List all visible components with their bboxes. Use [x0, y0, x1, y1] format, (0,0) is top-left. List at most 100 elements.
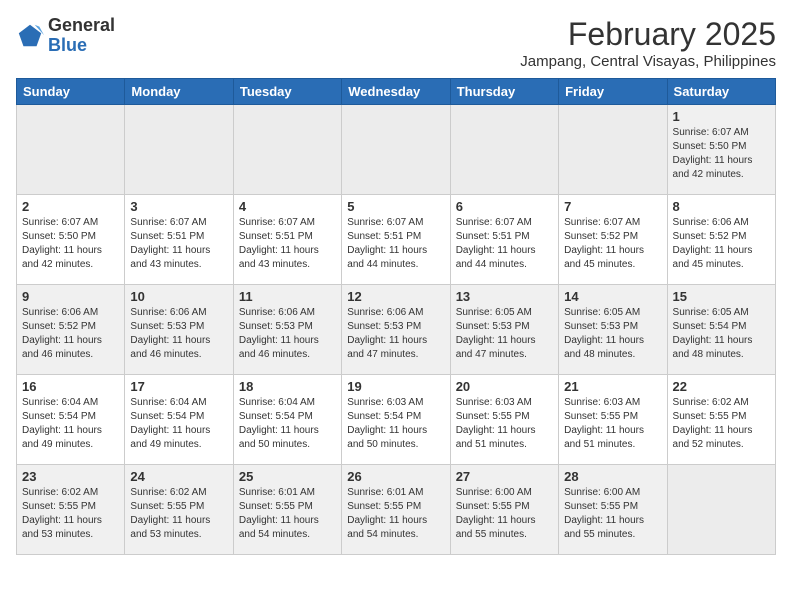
day-number: 1	[673, 109, 770, 124]
calendar-cell: 11 Sunrise: 6:06 AM Sunset: 5:53 PM Dayli…	[233, 285, 341, 375]
calendar-cell: 8 Sunrise: 6:06 AM Sunset: 5:52 PM Daylig…	[667, 195, 775, 285]
day-number: 24	[130, 469, 227, 484]
calendar-cell: 1 Sunrise: 6:07 AM Sunset: 5:50 PM Daylig…	[667, 105, 775, 195]
day-info: Sunrise: 6:03 AM Sunset: 5:55 PM Dayligh…	[564, 396, 661, 452]
calendar-cell: 20 Sunrise: 6:03 AM Sunset: 5:55 PM Dayli…	[450, 375, 558, 465]
day-info: Sunrise: 6:07 AM Sunset: 5:50 PM Dayligh…	[22, 216, 119, 272]
calendar-header-saturday: Saturday	[667, 79, 775, 105]
calendar-cell	[450, 105, 558, 195]
calendar-table: SundayMondayTuesdayWednesdayThursdayFrid…	[16, 78, 776, 555]
day-info: Sunrise: 6:02 AM Sunset: 5:55 PM Dayligh…	[130, 486, 227, 542]
calendar-cell: 24 Sunrise: 6:02 AM Sunset: 5:55 PM Dayli…	[125, 465, 233, 555]
calendar-cell: 16 Sunrise: 6:04 AM Sunset: 5:54 PM Dayli…	[17, 375, 125, 465]
day-info: Sunrise: 6:07 AM Sunset: 5:51 PM Dayligh…	[130, 216, 227, 272]
calendar-week-row: 23 Sunrise: 6:02 AM Sunset: 5:55 PM Dayli…	[17, 465, 776, 555]
calendar-cell: 12Sunrise: 6:06 AM Sunset: 5:53 PM Dayli…	[342, 285, 450, 375]
day-number: 22	[673, 379, 770, 394]
day-number: 23	[22, 469, 119, 484]
calendar-cell: 4 Sunrise: 6:07 AM Sunset: 5:51 PM Daylig…	[233, 195, 341, 285]
day-number: 25	[239, 469, 336, 484]
calendar-cell: 3 Sunrise: 6:07 AM Sunset: 5:51 PM Daylig…	[125, 195, 233, 285]
day-info: Sunrise: 6:00 AM Sunset: 5:55 PM Dayligh…	[456, 486, 553, 542]
calendar-cell: 19 Sunrise: 6:03 AM Sunset: 5:54 PM Dayli…	[342, 375, 450, 465]
title-block: February 2025 Jampang, Central Visayas, …	[520, 16, 776, 70]
day-number: 17	[130, 379, 227, 394]
calendar-cell: 22Sunrise: 6:02 AM Sunset: 5:55 PM Dayli…	[667, 375, 775, 465]
day-number: 21	[564, 379, 661, 394]
day-info: Sunrise: 6:07 AM Sunset: 5:51 PM Dayligh…	[239, 216, 336, 272]
calendar-cell	[559, 105, 667, 195]
day-number: 20	[456, 379, 553, 394]
day-number: 5	[347, 199, 444, 214]
day-info: Sunrise: 6:05 AM Sunset: 5:53 PM Dayligh…	[456, 306, 553, 362]
calendar-cell: 21 Sunrise: 6:03 AM Sunset: 5:55 PM Dayli…	[559, 375, 667, 465]
logo-general-text: General	[48, 15, 115, 35]
day-number: 9	[22, 289, 119, 304]
day-number: 19	[347, 379, 444, 394]
calendar-cell: 23Sunrise: 6:02 AM Sunset: 5:55 PM Dayli…	[17, 465, 125, 555]
calendar-cell: 14 Sunrise: 6:05 AM Sunset: 5:53 PM Dayli…	[559, 285, 667, 375]
day-info: Sunrise: 6:07 AM Sunset: 5:50 PM Dayligh…	[673, 126, 770, 182]
calendar-cell: 10Sunrise: 6:06 AM Sunset: 5:53 PM Dayli…	[125, 285, 233, 375]
calendar-cell	[17, 105, 125, 195]
day-number: 14	[564, 289, 661, 304]
calendar-cell: 13 Sunrise: 6:05 AM Sunset: 5:53 PM Dayli…	[450, 285, 558, 375]
day-number: 4	[239, 199, 336, 214]
day-info: Sunrise: 6:03 AM Sunset: 5:54 PM Dayligh…	[347, 396, 444, 452]
calendar-cell: 15 Sunrise: 6:05 AM Sunset: 5:54 PM Dayli…	[667, 285, 775, 375]
day-info: Sunrise: 6:05 AM Sunset: 5:53 PM Dayligh…	[564, 306, 661, 362]
calendar-cell	[125, 105, 233, 195]
logo-icon	[16, 22, 44, 50]
calendar-cell: 25 Sunrise: 6:01 AM Sunset: 5:55 PM Dayli…	[233, 465, 341, 555]
calendar-cell: 5 Sunrise: 6:07 AM Sunset: 5:51 PM Daylig…	[342, 195, 450, 285]
page-header: General Blue February 2025 Jampang, Cent…	[16, 16, 776, 70]
day-info: Sunrise: 6:05 AM Sunset: 5:54 PM Dayligh…	[673, 306, 770, 362]
month-title: February 2025	[520, 16, 776, 53]
day-number: 7	[564, 199, 661, 214]
day-number: 15	[673, 289, 770, 304]
calendar-header-sunday: Sunday	[17, 79, 125, 105]
location-subtitle: Jampang, Central Visayas, Philippines	[520, 53, 776, 70]
day-number: 12	[347, 289, 444, 304]
calendar-cell: 28 Sunrise: 6:00 AM Sunset: 5:55 PM Dayli…	[559, 465, 667, 555]
day-number: 16	[22, 379, 119, 394]
day-number: 2	[22, 199, 119, 214]
day-info: Sunrise: 6:07 AM Sunset: 5:51 PM Dayligh…	[456, 216, 553, 272]
calendar-header-wednesday: Wednesday	[342, 79, 450, 105]
calendar-cell: 18Sunrise: 6:04 AM Sunset: 5:54 PM Dayli…	[233, 375, 341, 465]
day-number: 18	[239, 379, 336, 394]
calendar-cell: 26 Sunrise: 6:01 AM Sunset: 5:55 PM Dayli…	[342, 465, 450, 555]
calendar-week-row: 16 Sunrise: 6:04 AM Sunset: 5:54 PM Dayli…	[17, 375, 776, 465]
day-info: Sunrise: 6:01 AM Sunset: 5:55 PM Dayligh…	[347, 486, 444, 542]
logo: General Blue	[16, 16, 115, 56]
calendar-cell: 2 Sunrise: 6:07 AM Sunset: 5:50 PM Daylig…	[17, 195, 125, 285]
day-info: Sunrise: 6:01 AM Sunset: 5:55 PM Dayligh…	[239, 486, 336, 542]
day-info: Sunrise: 6:04 AM Sunset: 5:54 PM Dayligh…	[22, 396, 119, 452]
calendar-header-row: SundayMondayTuesdayWednesdayThursdayFrid…	[17, 79, 776, 105]
logo-blue-text: Blue	[48, 35, 87, 55]
day-number: 10	[130, 289, 227, 304]
calendar-cell: 9Sunrise: 6:06 AM Sunset: 5:52 PM Daylig…	[17, 285, 125, 375]
calendar-cell	[342, 105, 450, 195]
calendar-cell	[233, 105, 341, 195]
calendar-week-row: 9Sunrise: 6:06 AM Sunset: 5:52 PM Daylig…	[17, 285, 776, 375]
day-number: 11	[239, 289, 336, 304]
calendar-week-row: 1 Sunrise: 6:07 AM Sunset: 5:50 PM Daylig…	[17, 105, 776, 195]
day-info: Sunrise: 6:03 AM Sunset: 5:55 PM Dayligh…	[456, 396, 553, 452]
day-info: Sunrise: 6:06 AM Sunset: 5:53 PM Dayligh…	[239, 306, 336, 362]
calendar-cell	[667, 465, 775, 555]
calendar-header-thursday: Thursday	[450, 79, 558, 105]
day-number: 13	[456, 289, 553, 304]
day-number: 27	[456, 469, 553, 484]
calendar-week-row: 2 Sunrise: 6:07 AM Sunset: 5:50 PM Daylig…	[17, 195, 776, 285]
calendar-cell: 27 Sunrise: 6:00 AM Sunset: 5:55 PM Dayli…	[450, 465, 558, 555]
calendar-header-tuesday: Tuesday	[233, 79, 341, 105]
day-number: 28	[564, 469, 661, 484]
day-number: 26	[347, 469, 444, 484]
day-number: 3	[130, 199, 227, 214]
day-info: Sunrise: 6:00 AM Sunset: 5:55 PM Dayligh…	[564, 486, 661, 542]
calendar-header-monday: Monday	[125, 79, 233, 105]
day-info: Sunrise: 6:07 AM Sunset: 5:51 PM Dayligh…	[347, 216, 444, 272]
day-number: 8	[673, 199, 770, 214]
day-info: Sunrise: 6:06 AM Sunset: 5:52 PM Dayligh…	[673, 216, 770, 272]
